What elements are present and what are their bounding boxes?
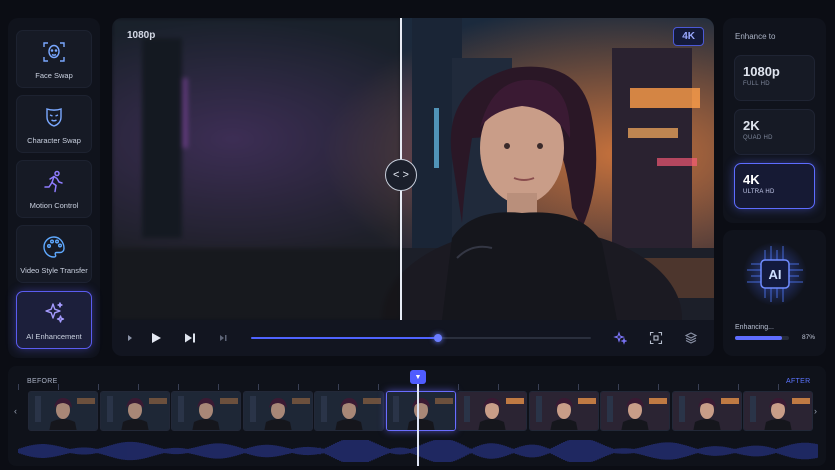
palette-icon	[43, 235, 65, 258]
mask-icon	[46, 107, 62, 127]
timeline-frame[interactable]	[28, 391, 98, 431]
skip-forward-icon	[185, 333, 195, 343]
resolution-main: 4K	[743, 172, 760, 187]
frame-thumbnail	[243, 392, 312, 430]
enhance-title: Enhance to	[735, 32, 776, 41]
end-button[interactable]	[213, 328, 233, 348]
resolution-option-2k[interactable]: 2K QUAD HD	[734, 109, 815, 155]
ai-chip-label: AI	[769, 267, 782, 282]
timeline-after-label: AFTER	[786, 378, 811, 385]
ai-status-panel: AI Enhancing... 87%	[723, 230, 826, 356]
fullscreen-button[interactable]	[646, 328, 666, 348]
enhancing-percent: 87%	[802, 334, 816, 341]
focus-frame-icon	[649, 331, 663, 345]
timeline-prev-icon[interactable]: ‹	[14, 406, 17, 416]
frame-thumbnail	[672, 392, 741, 430]
playhead-handle[interactable]: ▼	[410, 370, 426, 384]
skip-back-button[interactable]	[120, 328, 140, 348]
enhancing-progress-fill	[735, 336, 782, 340]
timeline-frame[interactable]	[743, 391, 813, 431]
frame-thumbnail	[386, 392, 455, 430]
timeline-next-icon[interactable]: ›	[814, 406, 817, 416]
tool-label: Motion Control	[29, 200, 79, 210]
play-small-icon	[128, 335, 132, 341]
after-resolution-badge: 4K	[673, 27, 704, 46]
sparkles-icon	[613, 331, 627, 345]
enhancing-progress	[735, 336, 789, 340]
timeline-frame[interactable]	[99, 391, 170, 431]
portrait-scene	[401, 18, 714, 320]
before-resolution-label: 1080p	[127, 30, 156, 41]
portrait-scene	[112, 18, 401, 320]
tools-sidebar: Face Swap Character Swap Motion Control …	[8, 18, 100, 358]
layers-button[interactable]	[681, 328, 701, 348]
tool-label: Character Swap	[27, 135, 81, 145]
timeline-before-label: BEFORE	[27, 378, 58, 385]
playback-progress-knob[interactable]	[434, 334, 442, 342]
timeline-frame[interactable]	[385, 391, 456, 431]
frame-strip	[28, 391, 814, 433]
tool-ai-enhancement[interactable]: AI Enhancement	[16, 291, 92, 349]
playback-progress-fill	[251, 337, 438, 339]
resolution-main: 1080p	[743, 64, 780, 79]
tool-label: Video Style Transfer	[20, 265, 88, 275]
timeline[interactable]: BEFORE AFTER ‹ › ▼	[8, 366, 826, 466]
playback-progress[interactable]	[251, 334, 591, 342]
timeline-frame[interactable]	[528, 391, 599, 431]
sparkles-icon	[45, 301, 65, 323]
resolution-main: 2K	[743, 118, 760, 133]
layers-icon	[684, 332, 698, 344]
frame-thumbnail	[315, 392, 383, 430]
tool-motion-control[interactable]: Motion Control	[16, 160, 92, 218]
tool-face-swap[interactable]: Face Swap	[16, 30, 92, 88]
tool-label: Face Swap	[35, 70, 73, 80]
running-figure-icon	[44, 170, 63, 192]
resolution-option-1080p[interactable]: 1080p FULL HD	[734, 55, 815, 101]
resolution-sub: ULTRA HD	[743, 189, 775, 195]
compare-slider-handle[interactable]: < >	[385, 159, 417, 191]
frame-thumbnail	[458, 392, 526, 430]
after-image	[401, 18, 714, 320]
frame-thumbnail	[100, 392, 169, 430]
play-button[interactable]	[146, 328, 166, 348]
resolution-option-4k[interactable]: 4K ULTRA HD	[734, 163, 815, 209]
timeline-frame[interactable]	[671, 391, 742, 431]
tool-video-style-transfer[interactable]: Video Style Transfer	[16, 225, 92, 283]
timeline-frame[interactable]	[457, 391, 527, 431]
frame-thumbnail	[29, 392, 97, 430]
enhance-panel: Enhance to 1080p FULL HD 2K QUAD HD 4K U…	[723, 18, 826, 223]
timeline-frame[interactable]	[242, 391, 313, 431]
face-scan-icon	[43, 41, 65, 62]
next-frame-button[interactable]	[180, 328, 200, 348]
tool-character-swap[interactable]: Character Swap	[16, 95, 92, 153]
ai-chip-icon: AI	[743, 242, 807, 306]
app-window: Face Swap Character Swap Motion Control …	[0, 0, 835, 470]
enhancing-status: Enhancing...	[735, 324, 774, 331]
player-controls	[112, 320, 714, 356]
ai-sparkle-button[interactable]	[610, 328, 630, 348]
resolution-sub: QUAD HD	[743, 135, 773, 141]
frame-thumbnail	[529, 392, 598, 430]
timeline-frame[interactable]	[171, 391, 241, 431]
frame-thumbnail	[601, 392, 669, 430]
frame-thumbnail	[744, 392, 812, 430]
skip-end-icon	[220, 335, 227, 341]
resolution-sub: FULL HD	[743, 81, 770, 87]
tool-label: AI Enhancement	[26, 331, 82, 341]
timeline-frame[interactable]	[600, 391, 670, 431]
playhead[interactable]	[417, 370, 419, 466]
comparison-preview[interactable]: 1080p 4K < >	[112, 18, 714, 356]
frame-thumbnail	[172, 392, 240, 430]
before-image	[112, 18, 401, 320]
timeline-frame[interactable]	[314, 391, 384, 431]
play-icon	[152, 333, 161, 343]
